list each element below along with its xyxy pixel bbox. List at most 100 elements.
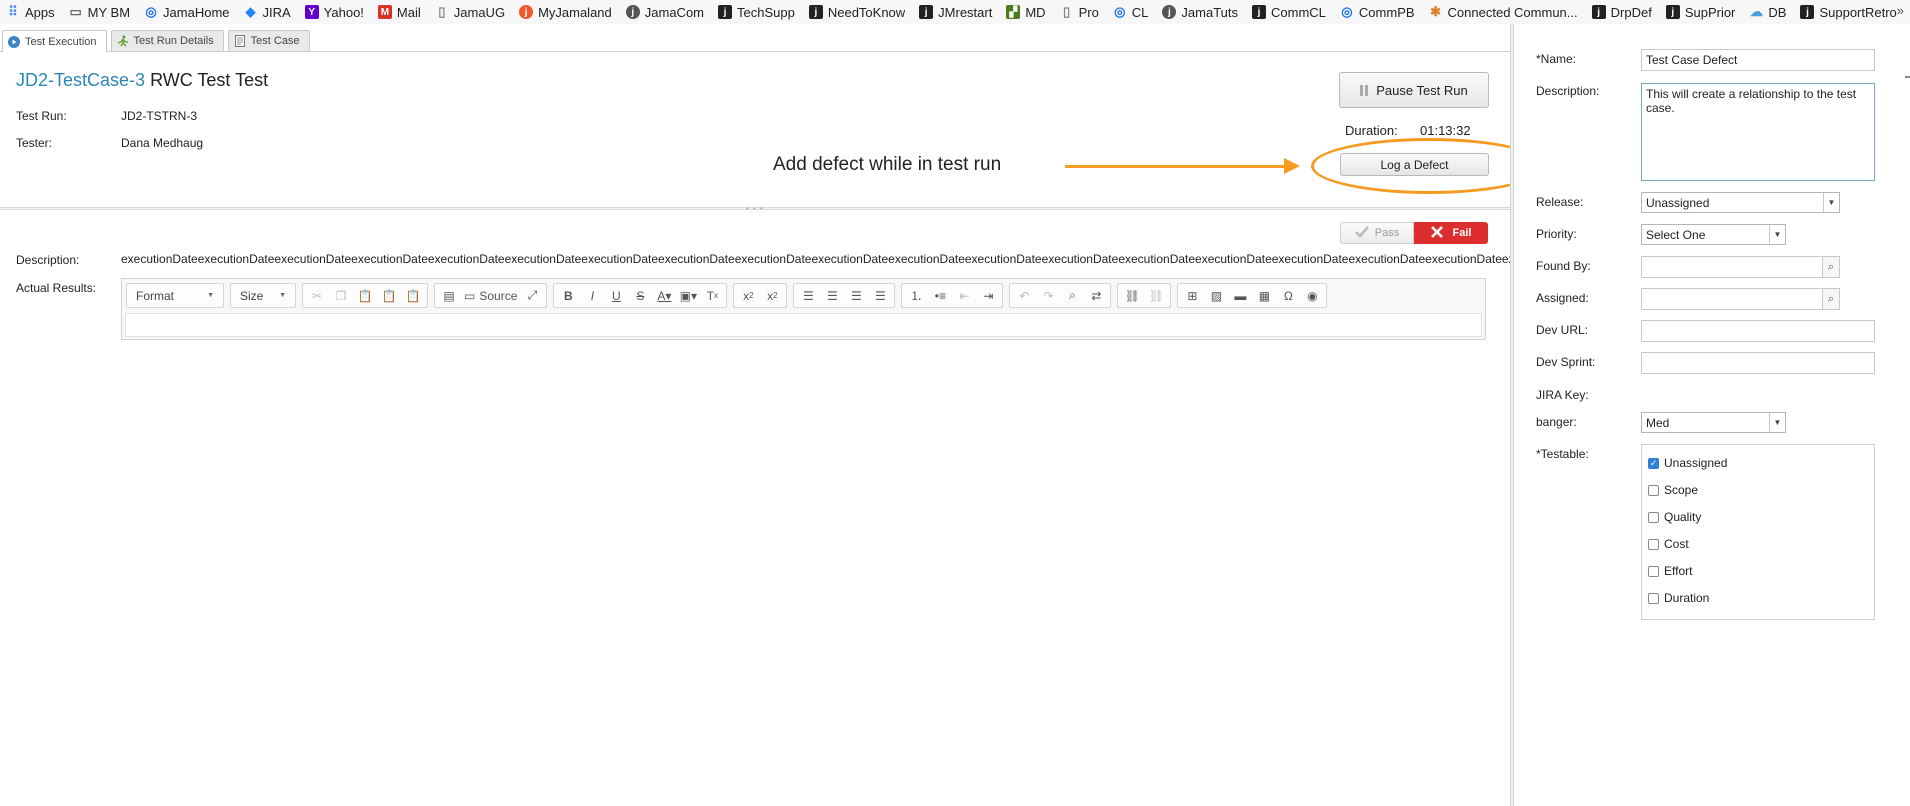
checkbox-icon[interactable] bbox=[1648, 511, 1659, 523]
templates-icon[interactable]: ▤ bbox=[438, 285, 460, 306]
folder-icon: ▭ bbox=[69, 4, 82, 19]
special-character-icon[interactable]: Ω bbox=[1277, 285, 1299, 306]
remove-format-icon[interactable]: Tx bbox=[701, 285, 723, 306]
found-by-field[interactable]: ⌕ bbox=[1641, 256, 1840, 278]
subscript-icon[interactable]: x2 bbox=[737, 285, 759, 306]
align-right-icon[interactable]: ☰ bbox=[845, 285, 867, 306]
justify-icon[interactable]: ☰ bbox=[869, 285, 891, 306]
bookmark-item[interactable]: j SupportRetro bbox=[1800, 5, 1897, 20]
list-group: ⒈ •≡ ⇤ ⇥ bbox=[901, 283, 1004, 308]
bookmark-item[interactable]: ▯ JamaUG bbox=[435, 4, 505, 20]
image-icon[interactable]: ▨ bbox=[1205, 285, 1227, 306]
bookmark-item[interactable]: j JMrestart bbox=[919, 5, 992, 20]
fail-button[interactable]: Fail bbox=[1414, 222, 1488, 244]
bookmark-item[interactable]: j TechSupp bbox=[718, 5, 795, 20]
indent-icon[interactable]: ⇥ bbox=[977, 285, 999, 306]
tab-test-run-details[interactable]: Test Run Details bbox=[110, 30, 224, 51]
test-execution-pane: Test Execution Test Run Details Test Cas… bbox=[0, 24, 1547, 806]
link-icon[interactable]: ⛓ bbox=[1121, 285, 1143, 306]
bookmark-item[interactable]: ◎ JamaHome bbox=[144, 4, 229, 20]
bookmark-item[interactable]: ◆ JIRA bbox=[244, 4, 291, 20]
search-icon[interactable]: ⌕ bbox=[1822, 256, 1840, 278]
cut-icon[interactable]: ✂ bbox=[306, 285, 328, 306]
checkbox-icon[interactable] bbox=[1648, 484, 1659, 496]
checkbox-icon[interactable] bbox=[1648, 592, 1659, 604]
bookmark-item[interactable]: ▭ MY BM bbox=[69, 4, 130, 20]
find-icon[interactable]: ⌕ bbox=[1061, 285, 1083, 306]
undo-icon[interactable]: ↶ bbox=[1013, 285, 1035, 306]
panel-edge-handle[interactable] bbox=[1905, 76, 1910, 78]
align-center-icon[interactable]: ☰ bbox=[821, 285, 843, 306]
bookmark-item[interactable]: j MyJamaland bbox=[519, 5, 612, 20]
testable-option-quality[interactable]: Quality bbox=[1648, 510, 1701, 524]
numbered-list-icon[interactable]: ⒈ bbox=[905, 285, 927, 306]
splitter-grip-icon[interactable]: • • • bbox=[746, 204, 764, 213]
bookmark-item[interactable]: j CommCL bbox=[1252, 5, 1326, 20]
italic-icon[interactable]: I bbox=[581, 285, 603, 306]
testable-option-cost[interactable]: Cost bbox=[1648, 537, 1689, 551]
superscript-icon[interactable]: x2 bbox=[761, 285, 783, 306]
bookmark-item[interactable]: j JamaTuts bbox=[1162, 5, 1238, 20]
assigned-field[interactable]: ⌕ bbox=[1641, 288, 1840, 310]
item-key-link[interactable]: JD2-TestCase-3 bbox=[16, 70, 145, 90]
paste-icon[interactable]: 📋 bbox=[354, 285, 376, 306]
bookmark-item[interactable]: ⠿ Apps bbox=[6, 4, 54, 20]
testable-option-unassigned[interactable]: ✓ Unassigned bbox=[1648, 456, 1727, 470]
checkbox-checked-icon[interactable]: ✓ bbox=[1648, 457, 1659, 469]
align-left-icon[interactable]: ☰ bbox=[797, 285, 819, 306]
checkbox-icon[interactable] bbox=[1648, 565, 1659, 577]
bookmark-item[interactable]: ▞ MD bbox=[1006, 5, 1046, 20]
testable-option-duration[interactable]: Duration bbox=[1648, 591, 1709, 605]
bookmark-item[interactable]: M Mail bbox=[377, 5, 421, 20]
accessibility-icon[interactable]: ◉ bbox=[1301, 285, 1323, 306]
description-textarea[interactable]: This will create a relationship to the t… bbox=[1641, 83, 1875, 181]
replace-icon[interactable]: ⇄ bbox=[1085, 285, 1107, 306]
tab-test-execution[interactable]: Test Execution bbox=[2, 30, 107, 52]
bold-icon[interactable]: B bbox=[557, 285, 579, 306]
diagram-icon[interactable]: ⊞ bbox=[1181, 285, 1203, 306]
dev-url-field[interactable] bbox=[1641, 320, 1875, 342]
dev-sprint-field[interactable] bbox=[1641, 352, 1875, 374]
priority-select[interactable]: Select One ▼ bbox=[1641, 224, 1786, 245]
size-dropdown[interactable]: Size ▼ bbox=[234, 285, 292, 306]
paste-word-icon[interactable]: 📋 bbox=[402, 285, 424, 306]
checkbox-icon[interactable] bbox=[1648, 538, 1659, 550]
bookmark-label: NeedToKnow bbox=[827, 4, 906, 20]
bookmark-item[interactable]: ✱ Connected Commun... bbox=[1429, 4, 1578, 20]
table-icon[interactable]: ▦ bbox=[1253, 285, 1275, 306]
paste-text-icon[interactable]: 📋 bbox=[378, 285, 400, 306]
pause-test-run-button[interactable]: Pause Test Run bbox=[1339, 72, 1489, 108]
bookmark-item[interactable]: j DrpDef bbox=[1591, 5, 1652, 20]
tab-test-case[interactable]: Test Case bbox=[227, 30, 310, 51]
bookmark-item[interactable]: ◎ CommPB bbox=[1340, 4, 1414, 20]
unlink-icon[interactable]: ⛓ bbox=[1145, 285, 1167, 306]
bulleted-list-icon[interactable]: •≡ bbox=[929, 285, 951, 306]
strike-icon[interactable]: S bbox=[629, 285, 651, 306]
actual-results-input[interactable] bbox=[125, 313, 1482, 337]
bookmark-item[interactable]: ▯ Pro bbox=[1060, 4, 1099, 20]
release-select[interactable]: Unassigned ▼ bbox=[1641, 192, 1840, 213]
bookmark-item[interactable]: j NeedToKnow bbox=[808, 4, 906, 20]
copy-icon[interactable]: ❐ bbox=[330, 285, 352, 306]
testable-option-scope[interactable]: Scope bbox=[1648, 483, 1698, 497]
source-button[interactable]: ▭ Source bbox=[462, 285, 519, 306]
bookmark-item[interactable]: ☁ DB bbox=[1749, 4, 1787, 20]
bookmark-item[interactable]: ◎ CL bbox=[1113, 4, 1148, 20]
folder-icon[interactable]: ▬ bbox=[1229, 285, 1251, 306]
pass-button[interactable]: Pass bbox=[1340, 222, 1414, 244]
name-field[interactable]: Test Case Defect bbox=[1641, 49, 1875, 71]
underline-icon[interactable]: U bbox=[605, 285, 627, 306]
banger-select[interactable]: Med ▼ bbox=[1641, 412, 1786, 433]
bookmark-item[interactable]: j JamaCom bbox=[625, 5, 704, 20]
testable-option-effort[interactable]: Effort bbox=[1648, 564, 1692, 578]
search-icon[interactable]: ⌕ bbox=[1822, 288, 1840, 310]
format-dropdown[interactable]: Format ▼ bbox=[130, 285, 220, 306]
maximize-icon[interactable]: ⤢ bbox=[521, 285, 543, 306]
background-color-icon[interactable]: ▣▾ bbox=[677, 285, 699, 306]
text-color-icon[interactable]: A▾ bbox=[653, 285, 675, 306]
bookmarks-overflow-button[interactable]: » bbox=[1897, 3, 1904, 18]
redo-icon[interactable]: ↷ bbox=[1037, 285, 1059, 306]
outdent-icon[interactable]: ⇤ bbox=[953, 285, 975, 306]
bookmark-item[interactable]: Y Yahoo! bbox=[304, 5, 364, 20]
bookmark-item[interactable]: j SupPrior bbox=[1665, 5, 1735, 20]
